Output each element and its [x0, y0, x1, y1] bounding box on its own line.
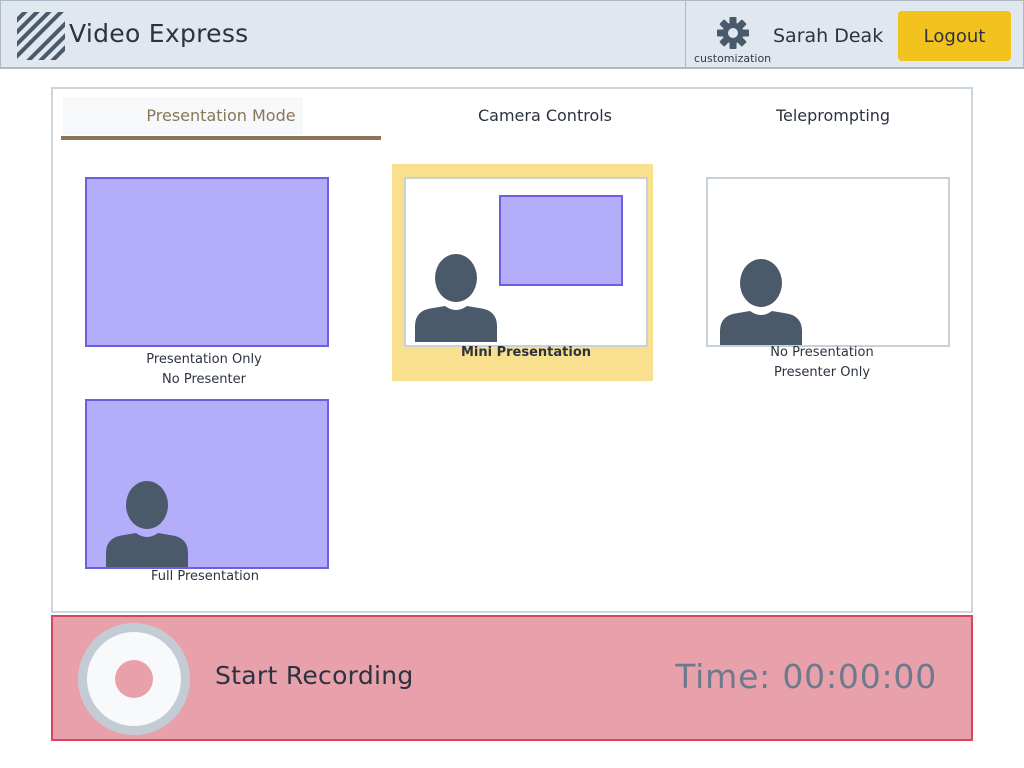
mode-option-presentation-only[interactable]: Presentation Only No Presenter — [85, 177, 329, 392]
tab-camera-controls[interactable]: Camera Controls — [425, 97, 665, 135]
active-tab-underline — [61, 136, 381, 140]
striped-logo-icon — [17, 12, 65, 60]
mode-option-mini-presentation[interactable]: Mini Presentation — [404, 177, 648, 377]
tab-presentation-mode[interactable]: Presentation Mode — [63, 97, 379, 135]
app-header: Video Express customization Sarah Deak L… — [0, 0, 1024, 69]
recording-timer: Time: 00:00:00 — [675, 657, 937, 696]
mini-slide — [499, 195, 623, 286]
user-name: Sarah Deak — [773, 25, 884, 47]
presentation-only-thumbnail — [85, 177, 329, 347]
mode-panel: Presentation Mode Camera Controls Telepr… — [51, 87, 973, 613]
tab-teleprompting[interactable]: Teleprompting — [713, 97, 953, 135]
presenter-only-caption-1: No Presentation — [770, 345, 874, 360]
logout-button[interactable]: Logout — [898, 11, 1011, 61]
mode-option-full-presentation[interactable]: Full Presentation — [85, 399, 329, 599]
start-recording-label: Start Recording — [215, 661, 414, 690]
app-title: Video Express — [69, 19, 249, 48]
presentation-only-caption-1: Presentation Only — [146, 352, 262, 367]
customization-button[interactable]: customization — [691, 13, 775, 67]
person-icon — [720, 259, 802, 345]
mode-option-presenter-only[interactable]: No Presentation Presenter Only — [706, 177, 950, 387]
record-dot-icon — [115, 660, 153, 698]
presentation-only-caption-2: No Presenter — [162, 372, 246, 387]
mini-presentation-caption: Mini Presentation — [460, 345, 592, 360]
presenter-only-thumbnail — [706, 177, 950, 347]
recording-bar: Start Recording Time: 00:00:00 — [51, 615, 973, 741]
mini-presentation-thumbnail — [404, 177, 648, 347]
presenter-only-caption-2: Presenter Only — [773, 365, 871, 380]
customization-label: customization — [694, 52, 772, 65]
person-icon — [415, 254, 497, 342]
full-presentation-thumbnail — [85, 399, 329, 569]
person-icon — [106, 481, 188, 567]
header-divider — [685, 1, 686, 68]
gear-icon — [717, 17, 749, 49]
full-presentation-caption: Full Presentation — [150, 569, 259, 584]
record-button[interactable] — [78, 623, 190, 735]
